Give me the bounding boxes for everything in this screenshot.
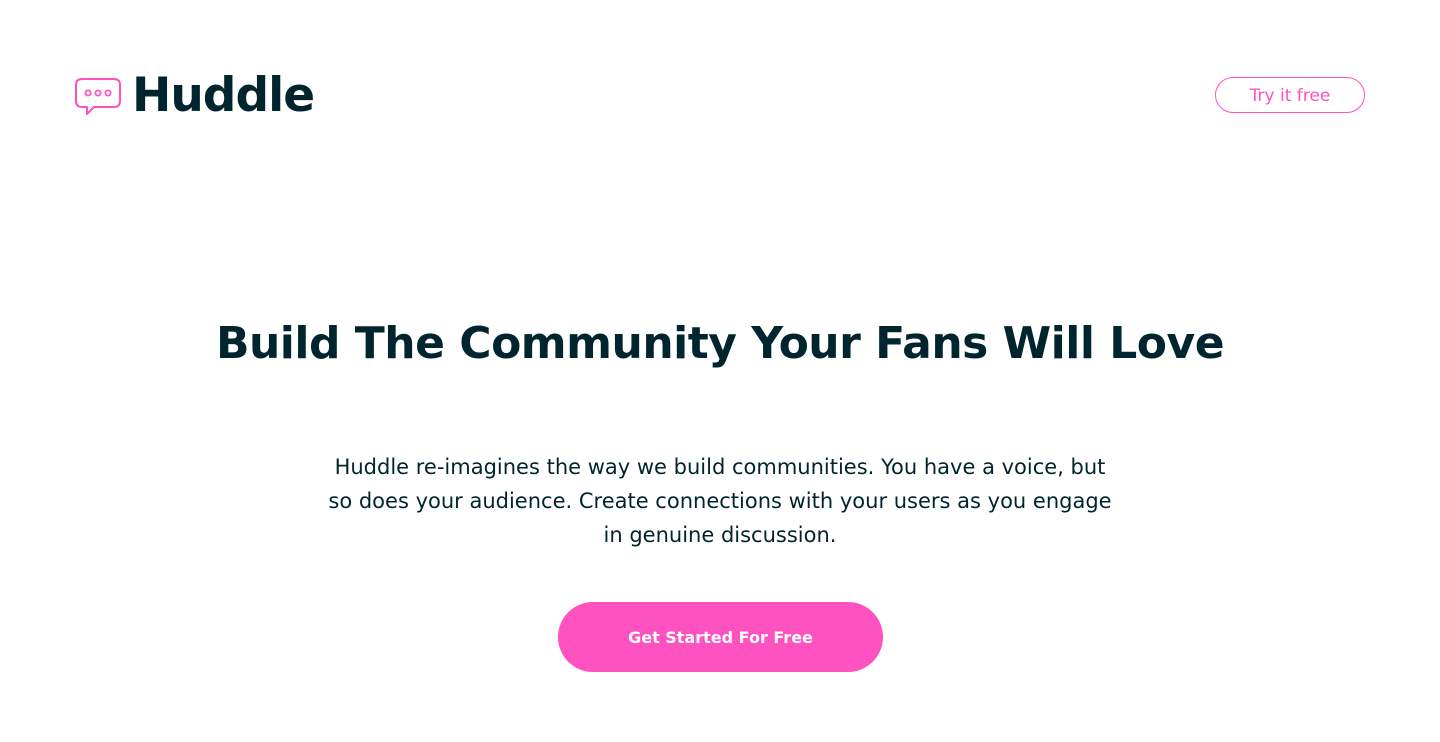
logo[interactable]: Huddle <box>74 68 315 123</box>
chat-bubble-icon <box>75 78 121 115</box>
get-started-button[interactable]: Get Started For Free <box>558 602 883 672</box>
site-header: Huddle Try it free <box>0 0 1440 190</box>
hero-title: Build The Community Your Fans Will Love <box>215 318 1225 369</box>
brand-name: Huddle <box>132 68 315 123</box>
hero-description: Huddle re-imagines the way we build comm… <box>328 455 1112 547</box>
try-it-free-button[interactable]: Try it free <box>1215 77 1365 113</box>
